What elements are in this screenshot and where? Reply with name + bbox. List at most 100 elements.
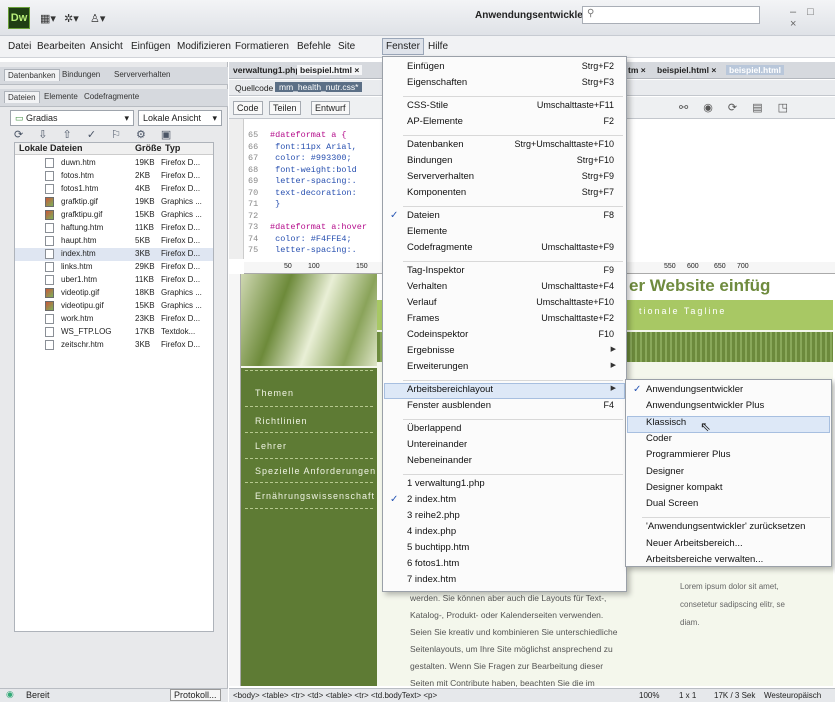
- menu-site[interactable]: Site: [338, 41, 355, 52]
- file-row[interactable]: duwn.htm 19KB Firefox D...: [15, 157, 213, 170]
- menu-ansicht[interactable]: Ansicht: [90, 41, 123, 52]
- tab-dateien[interactable]: Dateien: [4, 91, 40, 103]
- view-select[interactable]: Lokale Ansicht ▾: [138, 110, 222, 126]
- site-icon[interactable]: ♙▾: [90, 12, 112, 26]
- workspace-layout-item[interactable]: Programmierer Plus: [626, 449, 831, 465]
- workspace-layout-item[interactable]: Dual Screen: [626, 498, 831, 514]
- workspace-layout-item[interactable]: ✓ Anwendungsentwickler: [626, 384, 831, 400]
- workspace-layout-item[interactable]: Anwendungsentwickler Plus: [626, 400, 831, 416]
- menu-einfuegen[interactable]: Einfügen: [131, 41, 170, 52]
- fenster-menu-item[interactable]: Arbeitsbereichlayout ▶: [383, 384, 626, 400]
- fenster-menu-item[interactable]: Nebeneinander: [383, 455, 626, 471]
- tab-bindungen[interactable]: Bindungen: [62, 70, 100, 79]
- fenster-menu-item[interactable]: 3 reihe2.php: [383, 510, 626, 526]
- menu-fenster[interactable]: Fenster: [382, 38, 424, 55]
- nav-themen[interactable]: Themen: [255, 388, 294, 398]
- tab-beispiel[interactable]: beispiel.html ×: [297, 65, 363, 75]
- fenster-menu-item[interactable]: Untereinander: [383, 439, 626, 455]
- workspace-layout-item[interactable]: Neuer Arbeitsbereich...: [626, 538, 831, 554]
- nav-ernaehrung[interactable]: Ernährungswissenschaft: [255, 491, 375, 501]
- file-row[interactable]: links.htm 29KB Firefox D...: [15, 261, 213, 274]
- related-css-file[interactable]: mm_health_nutr.css*: [275, 82, 363, 92]
- menu-modifizieren[interactable]: Modifizieren: [177, 41, 231, 52]
- code-line[interactable]: 73 #dateformat a:hover: [248, 222, 367, 232]
- fenster-menu-item[interactable]: AP-Elemente F2: [383, 116, 626, 132]
- fenster-menu-item[interactable]: 5 buchtipp.htm: [383, 542, 626, 558]
- tag-selector[interactable]: <body> <table> <tr> <td> <table> <tr> <t…: [233, 691, 437, 700]
- window-size[interactable]: 1 x 1: [679, 691, 696, 700]
- fenster-menu-item[interactable]: Serververhalten Strg+F9: [383, 171, 626, 187]
- fenster-menu-item[interactable]: Tag-Inspektor F9: [383, 265, 626, 281]
- fenster-menu-item[interactable]: Datenbanken Strg+Umschalttaste+F10: [383, 139, 626, 155]
- fenster-menu-item[interactable]: Einfügen Strg+F2: [383, 61, 626, 77]
- workspace-layout-item[interactable]: Designer kompakt: [626, 482, 831, 498]
- workspace-layout-item[interactable]: Klassisch: [626, 417, 831, 433]
- fenster-menu-item[interactable]: Verlauf Umschalttaste+F10: [383, 297, 626, 313]
- code-line[interactable]: 66 font:11px Arial,: [248, 142, 357, 152]
- code-line[interactable]: 74 color: #F4FFE4;: [248, 234, 352, 244]
- fenster-menu-item[interactable]: ✓ Dateien F8: [383, 210, 626, 226]
- fenster-menu-item[interactable]: CSS-Stile Umschalttaste+F11: [383, 100, 626, 116]
- code-line[interactable]: 71 }: [248, 199, 280, 209]
- gear-icon[interactable]: ✲▾: [64, 12, 86, 26]
- file-row[interactable]: grafktip.gif 19KB Graphics ...: [15, 196, 213, 209]
- layout-icon[interactable]: ▦▾: [40, 12, 62, 26]
- file-row[interactable]: WS_FTP.LOG 17KB Textdok...: [15, 326, 213, 339]
- menu-bearbeiten[interactable]: Bearbeiten: [37, 41, 85, 52]
- code-line[interactable]: 70 text-decoration:: [248, 188, 357, 198]
- fenster-menu-item[interactable]: ✓ 2 index.htm: [383, 494, 626, 510]
- code-line[interactable]: 75 letter-spacing:.: [248, 245, 357, 255]
- search-input[interactable]: ⚲: [582, 6, 760, 24]
- fenster-menu-item[interactable]: Eigenschaften Strg+F3: [383, 77, 626, 93]
- design-view-button[interactable]: Entwurf: [311, 101, 350, 115]
- col-size[interactable]: Größe: [135, 143, 162, 153]
- file-row[interactable]: videotip.gif 18KB Graphics ...: [15, 287, 213, 300]
- fenster-menu-item[interactable]: Fenster ausblenden F4: [383, 400, 626, 416]
- col-local-files[interactable]: Lokale Dateien: [19, 143, 83, 153]
- fenster-menu-item[interactable]: Frames Umschalttaste+F2: [383, 313, 626, 329]
- fenster-menu-item[interactable]: Codeinspektor F10: [383, 329, 626, 345]
- fenster-menu-item[interactable]: Elemente: [383, 226, 626, 242]
- workspace-layout-item[interactable]: 'Anwendungsentwickler' zurücksetzen: [626, 521, 831, 537]
- file-row[interactable]: work.htm 23KB Firefox D...: [15, 313, 213, 326]
- code-line[interactable]: 68 font-weight:bold: [248, 165, 357, 175]
- protocol-button[interactable]: Protokoll...: [170, 689, 221, 701]
- workspace-layout-item[interactable]: Arbeitsbereiche verwalten...: [626, 554, 831, 570]
- code-line[interactable]: 65 #dateformat a {: [248, 130, 347, 140]
- nav-richtlinien[interactable]: Richtlinien: [255, 416, 308, 426]
- file-row[interactable]: fotos1.htm 4KB Firefox D...: [15, 183, 213, 196]
- fenster-menu-item[interactable]: Codefragmente Umschalttaste+F9: [383, 242, 626, 258]
- workspace-layout-item[interactable]: Designer: [626, 466, 831, 482]
- workspace-layout-item[interactable]: Coder: [626, 433, 831, 449]
- file-row[interactable]: videotipu.gif 15KB Graphics ...: [15, 300, 213, 313]
- col-type[interactable]: Typ: [165, 143, 180, 153]
- zoom-level[interactable]: 100%: [639, 691, 659, 700]
- nav-spezielle[interactable]: Spezielle Anforderungen: [255, 466, 376, 476]
- source-code-link[interactable]: Quellcode: [235, 83, 273, 93]
- fenster-menu-item[interactable]: Erweiterungen ▶: [383, 361, 626, 377]
- code-line[interactable]: 67 color: #993300;: [248, 153, 352, 163]
- fenster-menu-item[interactable]: 7 index.htm: [383, 574, 626, 590]
- menu-befehle[interactable]: Befehle: [297, 41, 331, 52]
- tab-right-1[interactable]: tm ×: [628, 65, 646, 75]
- fenster-menu-item[interactable]: Ergebnisse ▶: [383, 345, 626, 361]
- nav-lehrer[interactable]: Lehrer: [255, 441, 287, 451]
- tab-right-2[interactable]: beispiel.html ×: [657, 65, 716, 75]
- toolbar-icons[interactable]: ⚯ ◉ ⟳ ▤ ◳: [679, 101, 794, 114]
- file-row[interactable]: haftung.htm 11KB Firefox D...: [15, 222, 213, 235]
- workspace-switcher[interactable]: Anwendungsentwickler ▾: [475, 10, 595, 21]
- fenster-menu-item[interactable]: 1 verwaltung1.php: [383, 478, 626, 494]
- fenster-menu-item[interactable]: Überlappend: [383, 423, 626, 439]
- fenster-menu-item[interactable]: Bindungen Strg+F10: [383, 155, 626, 171]
- tab-datenbanken[interactable]: Datenbanken: [4, 69, 60, 81]
- fenster-menu-item[interactable]: 6 fotos1.htm: [383, 558, 626, 574]
- tab-right-3[interactable]: beispiel.html: [726, 65, 784, 75]
- split-view-button[interactable]: Teilen: [269, 101, 301, 115]
- file-row[interactable]: uber1.htm 11KB Firefox D...: [15, 274, 213, 287]
- site-select[interactable]: ▭ Gradias ▾: [10, 110, 134, 126]
- tab-codefragmente[interactable]: Codefragmente: [84, 92, 139, 101]
- file-toolbar[interactable]: ⟳ ⇩ ⇧ ✓ ⚐ ⚙ ▣: [14, 128, 177, 141]
- file-row[interactable]: zeitschr.htm 3KB Firefox D...: [15, 339, 213, 352]
- file-row[interactable]: grafktipu.gif 15KB Graphics ...: [15, 209, 213, 222]
- file-row[interactable]: fotos.htm 2KB Firefox D...: [15, 170, 213, 183]
